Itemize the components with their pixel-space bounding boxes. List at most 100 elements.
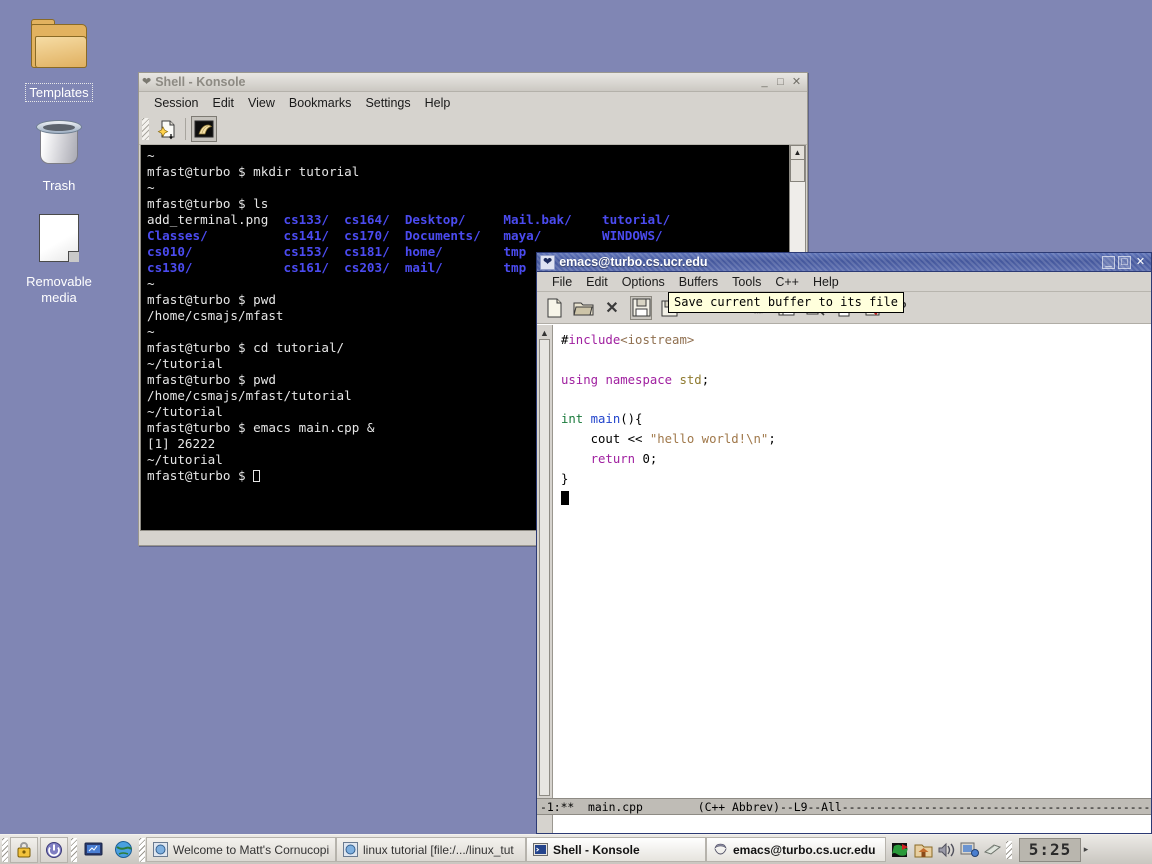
taskbar-item-cornucopia[interactable]: Welcome to Matt's Cornucopi bbox=[146, 837, 336, 862]
toolbar-grip[interactable] bbox=[142, 117, 149, 140]
browser-window-icon bbox=[343, 842, 358, 857]
folder-icon bbox=[4, 18, 114, 80]
taskbar[interactable]: Welcome to Matt's Cornucopi linux tutori… bbox=[0, 834, 1152, 864]
network-icon[interactable] bbox=[959, 840, 979, 860]
scroll-thumb[interactable] bbox=[790, 160, 805, 182]
code-editor[interactable]: #include<iostream> using namespace std; … bbox=[553, 325, 1151, 798]
terminal-directory: cs141/ bbox=[283, 228, 345, 243]
notes-icon[interactable] bbox=[982, 840, 1002, 860]
taskbar-item-label: Shell - Konsole bbox=[553, 842, 640, 857]
scroll-up-arrow[interactable]: ▲ bbox=[790, 145, 805, 160]
menu-cpp[interactable]: C++ bbox=[768, 274, 806, 290]
emacs-modeline: -1:** main.cpp (C++ Abbrev)--L9--All----… bbox=[537, 798, 1151, 815]
konsole-menubar[interactable]: Session Edit View Bookmarks Settings Hel… bbox=[139, 92, 807, 113]
terminal-directory: cs010/ bbox=[147, 244, 284, 259]
taskbar-grip-2[interactable] bbox=[71, 837, 77, 862]
konsole-toolbar[interactable] bbox=[139, 113, 807, 145]
code-token: <iostream> bbox=[620, 333, 695, 347]
menu-edit[interactable]: Edit bbox=[579, 274, 615, 290]
window-menu-icon[interactable]: ❤ bbox=[540, 254, 556, 270]
emacs-buffer-area[interactable]: ▲ #include<iostream> using namespace std… bbox=[537, 324, 1151, 798]
emacs-minibuffer[interactable] bbox=[537, 815, 1151, 833]
menu-help[interactable]: Help bbox=[418, 95, 458, 111]
menu-edit[interactable]: Edit bbox=[205, 95, 241, 111]
save-icon[interactable] bbox=[630, 295, 652, 320]
web-browser-icon[interactable] bbox=[109, 837, 137, 863]
volume-icon[interactable] bbox=[936, 840, 956, 860]
emacs-scrollbar[interactable]: ▲ bbox=[537, 325, 553, 798]
desktop-icon-trash[interactable]: Trash bbox=[4, 112, 114, 194]
code-line: cout << "hello world!\n"; bbox=[561, 430, 1151, 450]
text-cursor bbox=[561, 491, 569, 506]
toolbar-separator bbox=[185, 117, 186, 140]
code-token: std bbox=[679, 372, 702, 387]
konsole-titlebar[interactable]: ❤ Shell - Konsole _ □ ✕ bbox=[139, 73, 807, 92]
desktop-icon-templates[interactable]: Templates bbox=[4, 18, 114, 102]
menu-view[interactable]: View bbox=[241, 95, 282, 111]
menu-help[interactable]: Help bbox=[806, 274, 846, 290]
code-token: ; bbox=[701, 372, 710, 387]
clock-text: 5:25 bbox=[1028, 840, 1072, 859]
menu-session[interactable]: Session bbox=[147, 95, 205, 111]
taskbar-item-emacs[interactable]: emacs@turbo.cs.ucr.edu bbox=[706, 837, 886, 862]
terminal-line: ~ bbox=[147, 148, 155, 163]
taskbar-item-label: emacs@turbo.cs.ucr.edu bbox=[733, 842, 876, 857]
taskbar-grip-3[interactable] bbox=[139, 837, 145, 862]
taskbar-item-label: linux tutorial [file:/.../linux_tut bbox=[363, 842, 514, 857]
menu-settings[interactable]: Settings bbox=[358, 95, 417, 111]
code-line: int main(){ bbox=[561, 410, 1151, 430]
menu-tools[interactable]: Tools bbox=[725, 274, 768, 290]
taskbar-expand-arrow[interactable]: ▸ bbox=[1081, 844, 1091, 855]
close-button[interactable]: ✕ bbox=[1134, 256, 1147, 268]
open-folder-icon[interactable] bbox=[572, 296, 594, 320]
terminal-directory: cs161/ bbox=[283, 260, 345, 275]
system-tray[interactable] bbox=[886, 840, 1017, 860]
taskbar-grip[interactable] bbox=[2, 837, 8, 862]
maximize-button[interactable]: □ bbox=[1118, 255, 1131, 269]
code-token: (){ bbox=[620, 412, 643, 427]
terminal-directory: cs170/ bbox=[344, 228, 405, 243]
new-file-icon[interactable] bbox=[543, 296, 565, 320]
logout-icon[interactable] bbox=[40, 836, 68, 863]
shell-session-icon[interactable] bbox=[191, 115, 217, 142]
emacs-titlebar[interactable]: ❤ emacs@turbo.cs.ucr.edu _ □ ✕ bbox=[537, 253, 1151, 272]
home-folder-icon[interactable] bbox=[913, 840, 933, 860]
code-line bbox=[561, 489, 1151, 509]
terminal-directory: cs133/ bbox=[283, 212, 345, 227]
konsole-title: Shell - Konsole bbox=[155, 75, 246, 89]
menu-buffers[interactable]: Buffers bbox=[672, 274, 725, 290]
menu-bookmarks[interactable]: Bookmarks bbox=[282, 95, 359, 111]
tray-grip[interactable] bbox=[1006, 840, 1012, 859]
code-token: using bbox=[561, 372, 599, 387]
terminal-directory: cs164/ bbox=[344, 212, 405, 227]
minimize-button[interactable]: _ bbox=[758, 76, 771, 88]
code-token: include bbox=[568, 333, 621, 347]
terminal-directory: cs181/ bbox=[344, 244, 405, 259]
desktop-icon-label: Removable bbox=[26, 274, 92, 289]
close-button[interactable]: ✕ bbox=[790, 76, 803, 88]
taskbar-item-linux-tutorial[interactable]: linux tutorial [file:/.../linux_tut bbox=[336, 837, 526, 862]
minimize-button[interactable]: _ bbox=[1102, 255, 1115, 269]
scroll-up-arrow[interactable]: ▲ bbox=[539, 327, 551, 339]
close-buffer-icon[interactable]: ✕ bbox=[601, 296, 623, 320]
maximize-button[interactable]: □ bbox=[774, 76, 787, 88]
minibuffer-fringe bbox=[537, 815, 553, 833]
emacs-window[interactable]: ❤ emacs@turbo.cs.ucr.edu _ □ ✕ File Edit… bbox=[536, 252, 1152, 834]
clock[interactable]: 5:25 bbox=[1019, 837, 1081, 862]
terminal-directory: maya/ bbox=[503, 228, 602, 243]
terminal-line: ~ bbox=[147, 180, 155, 195]
lock-screen-icon[interactable] bbox=[10, 836, 38, 863]
menu-file[interactable]: File bbox=[545, 274, 579, 290]
emacs-menubar[interactable]: File Edit Options Buffers Tools C++ Help bbox=[537, 272, 1151, 292]
scroll-thumb[interactable] bbox=[539, 339, 550, 796]
desktop-icon-label-2: media bbox=[41, 290, 77, 305]
new-session-icon[interactable] bbox=[154, 116, 180, 142]
show-desktop-icon[interactable] bbox=[79, 837, 107, 863]
desktop-icon-removable-media[interactable]: Removable media bbox=[4, 208, 114, 306]
code-token: ; bbox=[768, 431, 776, 446]
klipper-icon[interactable] bbox=[890, 840, 910, 860]
window-menu-icon[interactable]: ❤ bbox=[142, 76, 151, 88]
taskbar-item-konsole[interactable]: Shell - Konsole bbox=[526, 837, 706, 862]
menu-options[interactable]: Options bbox=[615, 274, 672, 290]
